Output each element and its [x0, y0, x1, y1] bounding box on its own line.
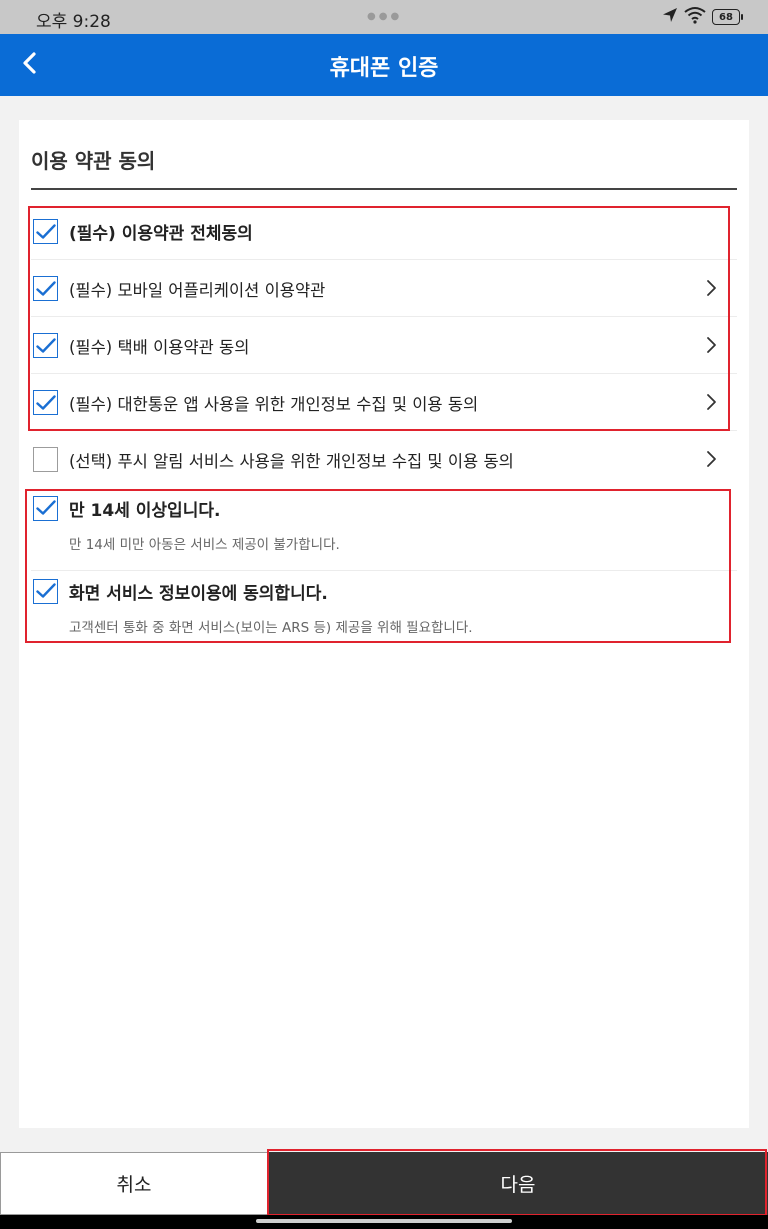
chevron-right-icon[interactable] [701, 392, 721, 412]
term-row-mobile-app[interactable]: (필수) 모바일 어플리케이션 이용약관 [31, 260, 737, 317]
term-privacy-required-checkbox[interactable] [33, 390, 58, 415]
term-mobile-app-label: (필수) 모바일 어플리케이션 이용약관 [69, 280, 326, 300]
status-bar: 오후 9:28 ●●● 68 [0, 0, 768, 34]
screen-service-consent-label: 화면 서비스 정보이용에 동의합니다. [69, 583, 328, 604]
check-icon [35, 223, 56, 239]
status-icons: 68 [662, 6, 743, 28]
age-confirm-label: 만 14세 이상입니다. [69, 500, 221, 521]
term-delivery-checkbox[interactable] [33, 333, 58, 358]
term-row-delivery[interactable]: (필수) 택배 이용약관 동의 [31, 317, 737, 374]
check-icon [35, 500, 56, 515]
term-privacy-required-label: (필수) 대한통운 앱 사용을 위한 개인정보 수집 및 이용 동의 [69, 394, 479, 414]
age-confirm-checkbox[interactable] [33, 495, 58, 521]
page-title: 휴대폰 인증 [329, 56, 439, 81]
agree-all-checkbox-row[interactable]: (필수) 이용약관 전체동의 [31, 203, 737, 260]
app-header: 휴대폰 인증 [0, 34, 768, 96]
next-button[interactable]: 다음 [268, 1152, 768, 1215]
check-icon [35, 280, 56, 296]
cancel-button[interactable]: 취소 [0, 1152, 268, 1215]
title-divider [31, 188, 737, 190]
wifi-icon [684, 6, 706, 28]
battery-icon: 68 [712, 9, 743, 25]
check-icon [35, 394, 56, 410]
agree-all-label: (필수) 이용약관 전체동의 [69, 224, 253, 244]
term-row-privacy-required[interactable]: (필수) 대한통운 앱 사용을 위한 개인정보 수집 및 이용 동의 [31, 374, 737, 431]
row-divider [31, 570, 737, 571]
term-push-optional-checkbox[interactable] [33, 447, 58, 472]
check-icon [35, 337, 56, 353]
chevron-right-icon[interactable] [701, 278, 721, 298]
term-row-push-optional[interactable]: (선택) 푸시 알림 서비스 사용을 위한 개인정보 수집 및 이용 동의 [31, 431, 737, 488]
home-indicator[interactable] [256, 1219, 512, 1223]
screen-service-consent-note: 고객센터 통화 중 화면 서비스(보이는 ARS 등) 제공을 위해 필요합니다… [69, 620, 473, 636]
chevron-right-icon[interactable] [701, 335, 721, 355]
status-time: 오후 9:28 [36, 12, 111, 32]
check-icon [35, 583, 56, 598]
card-title: 이용 약관 동의 [31, 149, 156, 173]
age-confirm-note: 만 14세 미만 아동은 서비스 제공이 불가합니다. [69, 537, 340, 553]
screen-service-consent-checkbox[interactable] [33, 578, 58, 604]
term-push-optional-label: (선택) 푸시 알림 서비스 사용을 위한 개인정보 수집 및 이용 동의 [69, 451, 514, 471]
terms-card: 이용 약관 동의 (필수) 이용약관 전체동의 (필수) 모바일 어플리케이션 … [19, 120, 749, 1128]
term-delivery-label: (필수) 택배 이용약관 동의 [69, 337, 250, 357]
status-dots: ●●● [367, 11, 403, 22]
agree-all-checkbox[interactable] [33, 219, 58, 244]
screen-service-consent-row[interactable]: 화면 서비스 정보이용에 동의합니다. 고객센터 통화 중 화면 서비스(보이는… [31, 576, 737, 636]
age-confirm-row[interactable]: 만 14세 이상입니다. 만 14세 미만 아동은 서비스 제공이 불가합니다. [31, 493, 737, 553]
chevron-right-icon[interactable] [701, 449, 721, 469]
location-arrow-icon [662, 7, 678, 27]
term-mobile-app-checkbox[interactable] [33, 276, 58, 301]
